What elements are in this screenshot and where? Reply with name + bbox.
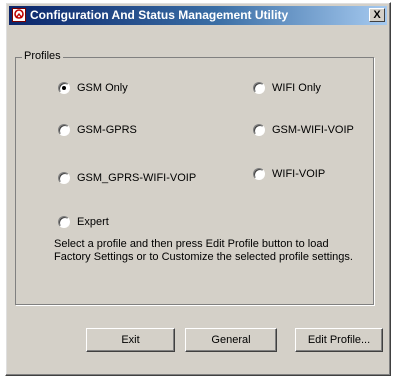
- radio-indicator[interactable]: [58, 82, 70, 94]
- radio-indicator[interactable]: [58, 216, 70, 228]
- close-button[interactable]: X: [369, 8, 385, 22]
- radio-label: Expert: [77, 216, 109, 228]
- radio-label: WIFI-VOIP: [272, 168, 326, 180]
- title-bar[interactable]: Configuration And Status Management Util…: [9, 6, 387, 25]
- radio-indicator[interactable]: [253, 168, 265, 180]
- general-button[interactable]: General: [185, 328, 277, 352]
- radio-gsm-wifi-voip[interactable]: GSM-WIFI-VOIP: [253, 124, 354, 136]
- radio-expert[interactable]: Expert: [58, 216, 109, 228]
- edit-profile-button[interactable]: Edit Profile...: [295, 328, 383, 352]
- radio-gsm-only[interactable]: GSM Only: [58, 82, 128, 94]
- radio-indicator[interactable]: [253, 124, 265, 136]
- window-title: Configuration And Status Management Util…: [30, 8, 289, 22]
- radio-gsm-gprs[interactable]: GSM-GPRS: [58, 124, 137, 136]
- radio-indicator[interactable]: [58, 124, 70, 136]
- radio-label: GSM-WIFI-VOIP: [272, 124, 354, 136]
- radio-wifi-only[interactable]: WIFI Only: [253, 82, 321, 94]
- radio-label: GSM_GPRS-WIFI-VOIP: [77, 172, 197, 184]
- radio-wifi-voip[interactable]: WIFI-VOIP: [253, 168, 325, 180]
- exit-button[interactable]: Exit: [86, 328, 175, 352]
- radio-label: GSM Only: [77, 82, 128, 94]
- radio-label: WIFI Only: [272, 82, 321, 94]
- app-logo-icon: [12, 8, 26, 22]
- radio-indicator[interactable]: [253, 82, 265, 94]
- radio-indicator[interactable]: [58, 172, 70, 184]
- radio-gsm-gprs-wifi-voip[interactable]: GSM_GPRS-WIFI-VOIP: [58, 172, 196, 184]
- instructions-text: Select a profile and then press Edit Pro…: [54, 238, 353, 263]
- radio-label: GSM-GPRS: [77, 124, 137, 136]
- profiles-group-label: Profiles: [22, 50, 63, 62]
